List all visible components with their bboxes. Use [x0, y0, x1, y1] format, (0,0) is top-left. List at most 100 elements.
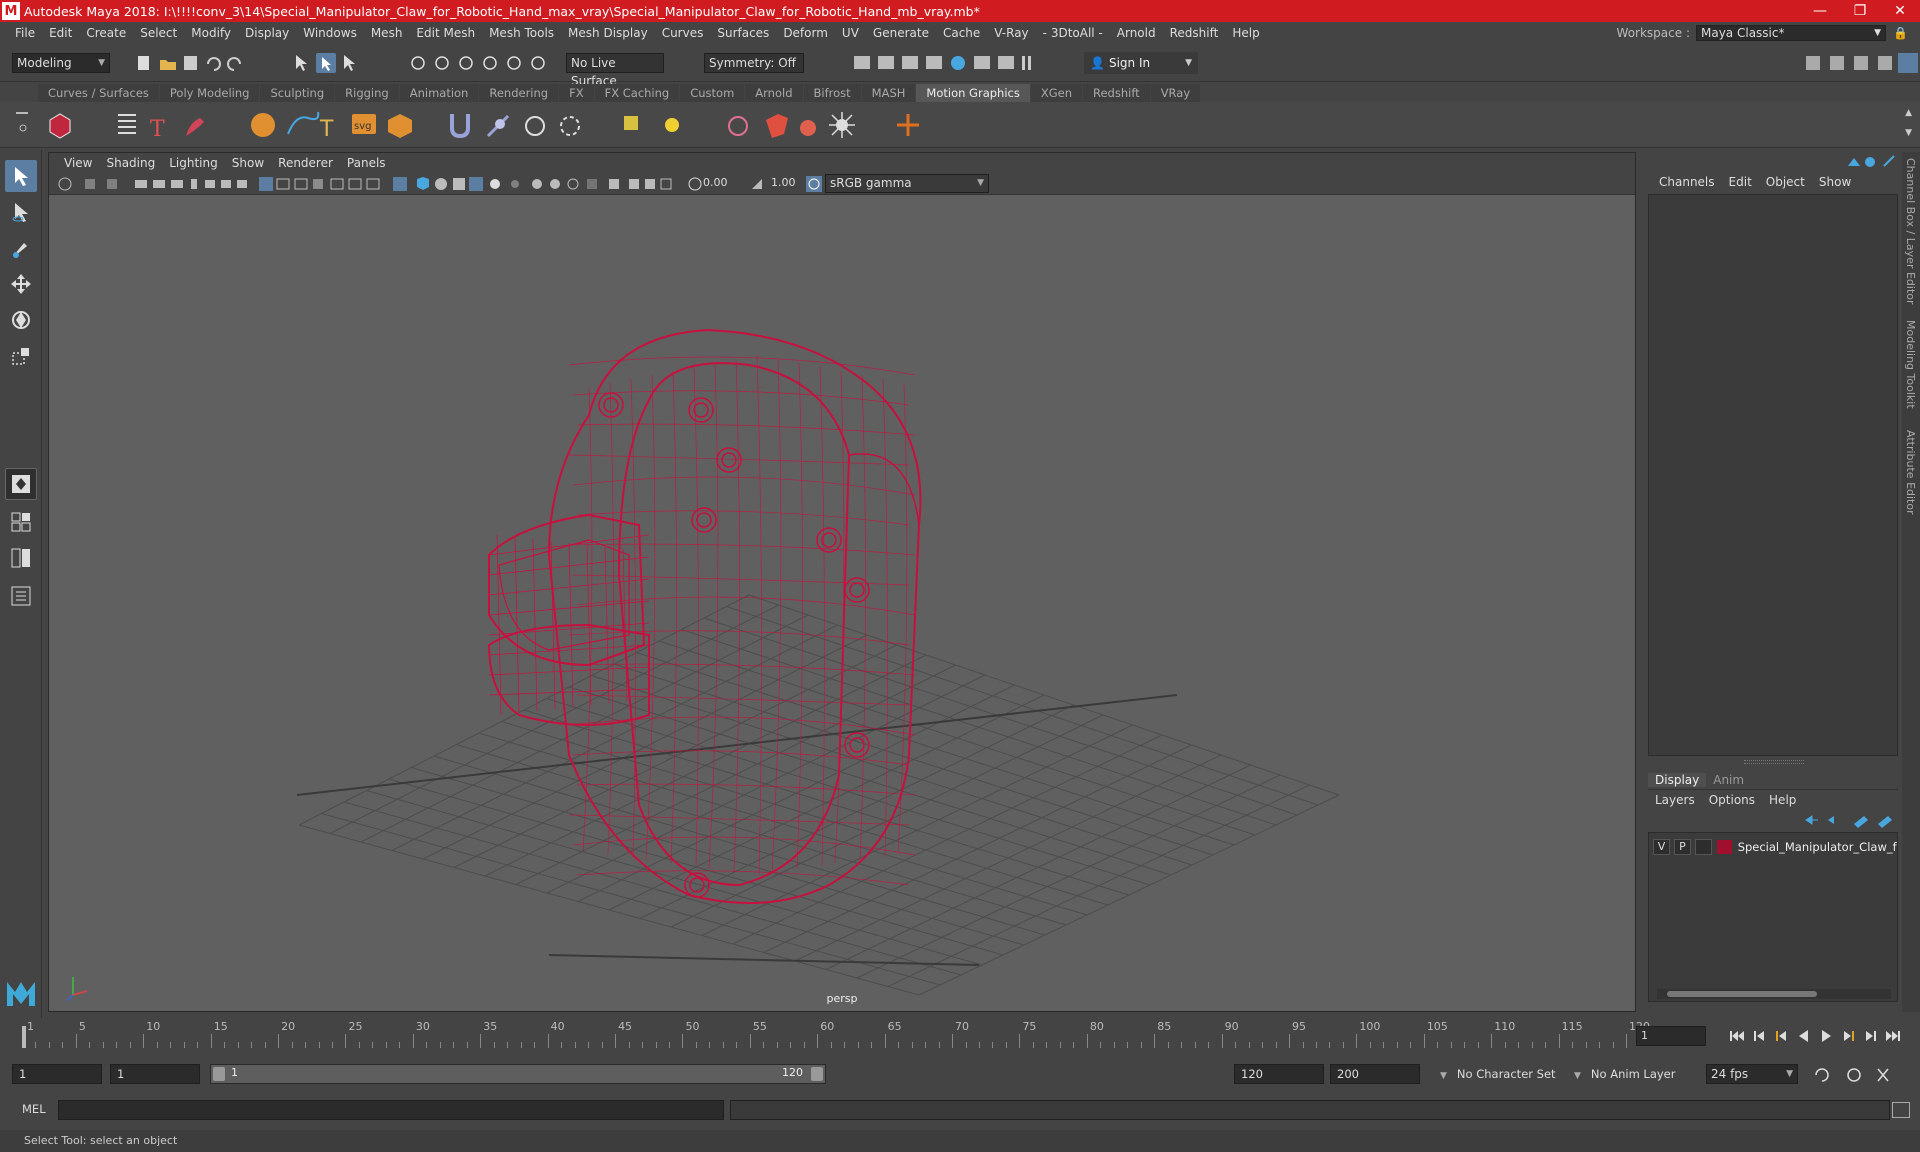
- menu-uv[interactable]: UV: [835, 26, 866, 40]
- step-forward-key-icon[interactable]: [1866, 1031, 1876, 1041]
- four-view-button[interactable]: [5, 506, 37, 538]
- shelf-tab-xgen[interactable]: XGen: [1030, 84, 1082, 102]
- shelf-tab-bifrost[interactable]: Bifrost: [803, 84, 861, 102]
- menu-display[interactable]: Display: [238, 26, 296, 40]
- select-camera-icon[interactable]: [58, 177, 72, 191]
- ipr-render-icon[interactable]: [878, 56, 894, 69]
- scale-tool[interactable]: [5, 340, 37, 372]
- restore-button[interactable]: ❐: [1840, 0, 1880, 22]
- select-by-component-icon[interactable]: [344, 55, 355, 71]
- render-sequence-icon[interactable]: [974, 56, 990, 69]
- cb-menu-edit[interactable]: Edit: [1722, 175, 1759, 189]
- cb-menu-channels[interactable]: Channels: [1652, 175, 1722, 189]
- layer-row[interactable]: V P Special_Manipulator_Claw_for: [1649, 837, 1897, 857]
- gamma-icon[interactable]: [749, 176, 765, 192]
- render-view-icon[interactable]: [951, 56, 965, 70]
- exposure-value[interactable]: 0.00: [703, 176, 728, 189]
- xray-active-icon[interactable]: [645, 179, 655, 189]
- side-tab-attribute-editor[interactable]: Attribute Editor: [1904, 430, 1917, 515]
- mash-network-icon[interactable]: [49, 113, 71, 139]
- step-forward-frame-icon[interactable]: [1844, 1031, 1854, 1041]
- workspace-select[interactable]: Maya Classic* ▼: [1696, 25, 1886, 41]
- orbit-icon[interactable]: [560, 116, 580, 136]
- animation-start-field[interactable]: 1: [12, 1064, 102, 1084]
- menu-cache[interactable]: Cache: [936, 26, 987, 40]
- cb-menu-object[interactable]: Object: [1759, 175, 1812, 189]
- magnet-icon[interactable]: [450, 114, 470, 139]
- exposure-icon[interactable]: [688, 177, 702, 191]
- vp-menu-show[interactable]: Show: [225, 156, 271, 170]
- svg-icon[interactable]: svg: [352, 114, 376, 134]
- safe-title-icon[interactable]: [313, 179, 323, 189]
- menu-windows[interactable]: Windows: [296, 26, 364, 40]
- command-input[interactable]: [58, 1100, 724, 1120]
- new-scene-icon[interactable]: [138, 56, 149, 70]
- grid-toggle-icon[interactable]: [259, 177, 273, 191]
- lasso-tool[interactable]: [5, 196, 37, 228]
- current-frame-field[interactable]: 1: [1636, 1026, 1706, 1046]
- sign-in-button[interactable]: 👤 Sign In ▼: [1084, 52, 1198, 74]
- menu-modify[interactable]: Modify: [184, 26, 238, 40]
- hypershade-icon[interactable]: [926, 56, 942, 69]
- range-start-handle[interactable]: [213, 1067, 225, 1081]
- type-tool-icon[interactable]: T: [150, 117, 165, 142]
- move-tool[interactable]: [5, 268, 37, 300]
- deform-icon[interactable]: [800, 120, 816, 136]
- use-all-lights-icon[interactable]: [469, 177, 483, 191]
- side-tab-modeling-toolkit[interactable]: Modeling Toolkit: [1904, 320, 1917, 409]
- step-back-frame-icon[interactable]: [1776, 1031, 1786, 1041]
- hud-icon[interactable]: [330, 178, 344, 190]
- snap-to-point-icon[interactable]: [459, 56, 473, 70]
- symmetry-field[interactable]: Symmetry: Off: [704, 53, 804, 73]
- auto-key-icon[interactable]: [1847, 1068, 1861, 1082]
- shelf-menu-icon[interactable]: [16, 112, 28, 132]
- le-menu-layers[interactable]: Layers: [1648, 793, 1702, 807]
- isolate-icon[interactable]: [609, 179, 619, 189]
- shelf-tab-poly-modeling[interactable]: Poly Modeling: [159, 84, 260, 102]
- vray-icon[interactable]: [998, 56, 1014, 69]
- tab-anim[interactable]: Anim: [1706, 773, 1751, 787]
- field-chart-icon[interactable]: [276, 178, 290, 190]
- list-icon[interactable]: [118, 114, 136, 134]
- menu-create[interactable]: Create: [79, 26, 133, 40]
- camera-lock-icon[interactable]: [191, 179, 197, 189]
- shelf-tab-fx-caching[interactable]: FX Caching: [594, 84, 680, 102]
- render-current-frame-icon[interactable]: [854, 56, 870, 69]
- viewport-canvas[interactable]: persp: [49, 195, 1635, 1013]
- render-settings-icon[interactable]: [902, 56, 918, 69]
- save-scene-icon[interactable]: [184, 56, 197, 70]
- grease-pencil-icon[interactable]: [171, 180, 183, 188]
- layer-playback-toggle[interactable]: P: [1673, 839, 1691, 855]
- layer-editor-icon[interactable]: [1865, 157, 1875, 167]
- le-menu-help[interactable]: Help: [1762, 793, 1803, 807]
- xray-joints-icon[interactable]: [629, 179, 639, 189]
- menu-mesh-display[interactable]: Mesh Display: [561, 26, 655, 40]
- move-layer-down-icon[interactable]: [1828, 816, 1834, 824]
- color-space-select[interactable]: sRGB gamma ▼: [825, 174, 989, 193]
- curve-tool-icon[interactable]: [287, 111, 320, 135]
- fps-select[interactable]: 24 fps ▼: [1706, 1064, 1798, 1084]
- modeling-toolkit-toggle-icon[interactable]: [1806, 56, 1820, 70]
- attribute-editor-toggle-icon[interactable]: [1854, 56, 1868, 70]
- gamma-value[interactable]: 1.00: [771, 176, 796, 189]
- select-by-hierarchy-icon[interactable]: [296, 55, 307, 71]
- undo-icon[interactable]: [207, 57, 221, 71]
- gate-mask-icon[interactable]: [237, 180, 247, 188]
- step-back-key-icon[interactable]: [1754, 1031, 1764, 1041]
- character-controls-toggle-icon[interactable]: [1830, 56, 1844, 70]
- play-forward-icon[interactable]: [1822, 1030, 1831, 1042]
- shelf-tab-custom[interactable]: Custom: [680, 84, 745, 102]
- vp-menu-renderer[interactable]: Renderer: [271, 156, 340, 170]
- layer-color-swatch[interactable]: [1716, 840, 1732, 854]
- camera-attributes-icon[interactable]: [85, 179, 95, 189]
- play-backward-icon[interactable]: [1799, 1030, 1808, 1042]
- menu-curves[interactable]: Curves: [655, 26, 711, 40]
- side-tab-channel-box[interactable]: Channel Box / Layer Editor: [1904, 158, 1917, 305]
- minimize-button[interactable]: —: [1800, 0, 1840, 22]
- new-layer-selected-icon[interactable]: [1878, 816, 1892, 828]
- move-layer-up-icon[interactable]: [1805, 815, 1818, 825]
- xray-toggle-icon[interactable]: [366, 178, 380, 190]
- character-set-select[interactable]: ▼ No Character Set: [1440, 1064, 1580, 1084]
- two-view-button[interactable]: [5, 542, 37, 574]
- box-icon[interactable]: [388, 114, 412, 138]
